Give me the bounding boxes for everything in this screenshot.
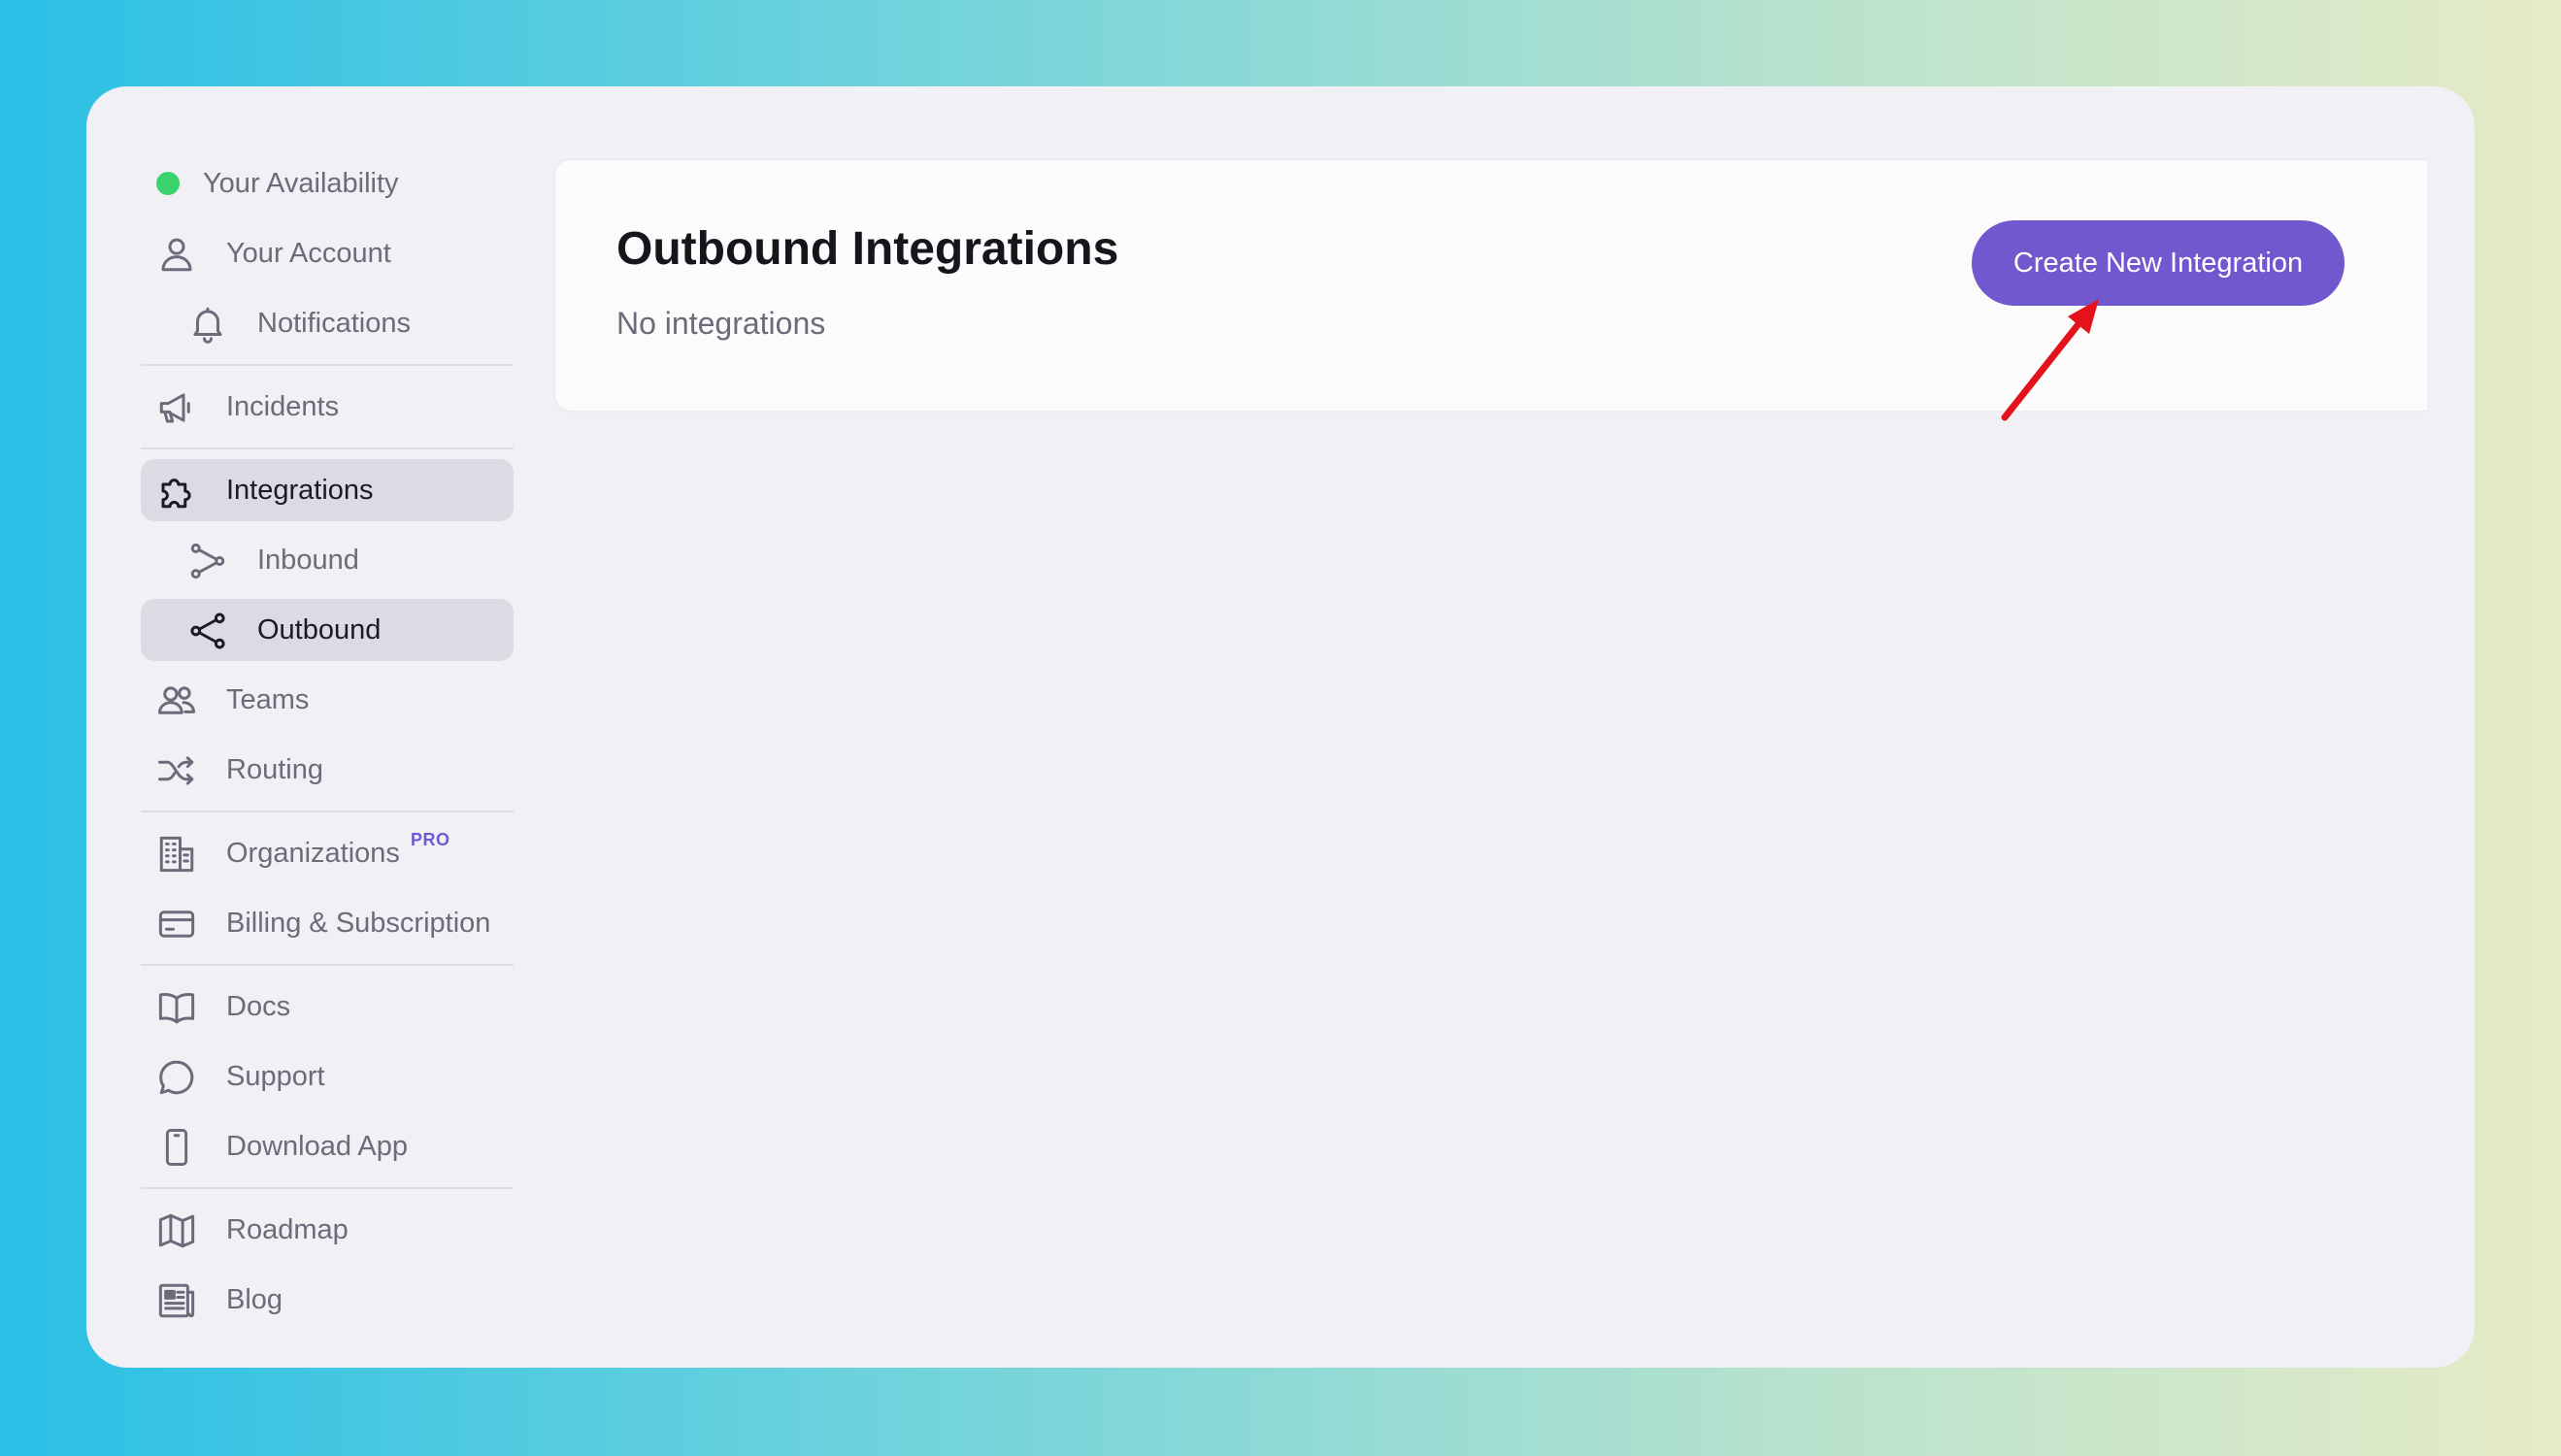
- sidebar-item-label: Roadmap: [226, 1214, 349, 1245]
- sidebar-item-label: Blog: [226, 1284, 283, 1315]
- annotation-arrow-icon: [2001, 299, 2099, 421]
- book-icon: [156, 987, 197, 1028]
- puzzle-icon: [156, 471, 197, 512]
- sidebar-item-download-app[interactable]: Download App: [141, 1115, 514, 1177]
- sidebar-item-organizations[interactable]: Organizations PRO: [141, 822, 514, 884]
- sidebar-item-label: Your Availability: [203, 168, 399, 199]
- sidebar-item-your-account[interactable]: Your Account: [141, 222, 514, 284]
- sidebar-item-teams[interactable]: Teams: [141, 669, 514, 731]
- sidebar-item-label: Integrations: [226, 475, 374, 506]
- sidebar-item-label: Your Account: [226, 238, 391, 269]
- phone-icon: [156, 1127, 197, 1168]
- sidebar-item-label: Support: [226, 1061, 325, 1092]
- building-icon: [156, 834, 197, 875]
- page-title: Outbound Integrations: [616, 223, 1119, 275]
- sidebar-divider: [141, 964, 514, 966]
- sidebar-item-integrations[interactable]: Integrations: [141, 459, 514, 521]
- map-icon: [156, 1210, 197, 1251]
- sidebar-item-incidents[interactable]: Incidents: [141, 376, 514, 438]
- sidebar-item-billing[interactable]: Billing & Subscription: [141, 892, 514, 954]
- sidebar-item-label: Docs: [226, 991, 291, 1022]
- sidebar-divider: [141, 1187, 514, 1189]
- sidebar-item-label: Incidents: [226, 391, 340, 422]
- pro-badge: PRO: [411, 830, 450, 849]
- bell-icon: [187, 304, 228, 345]
- sidebar-item-docs[interactable]: Docs: [141, 976, 514, 1038]
- sidebar-item-notifications[interactable]: Notifications: [141, 292, 514, 354]
- sidebar-item-label: Download App: [226, 1131, 409, 1162]
- chat-icon: [156, 1057, 197, 1098]
- users-icon: [156, 680, 197, 721]
- sidebar-divider: [141, 364, 514, 366]
- share-icon: [187, 611, 228, 651]
- sidebar-item-label: Organizations: [226, 838, 400, 869]
- sidebar-item-support[interactable]: Support: [141, 1045, 514, 1108]
- sidebar-item-label: Billing & Subscription: [226, 908, 491, 939]
- user-icon: [156, 234, 197, 275]
- sidebar-item-label: Routing: [226, 754, 323, 785]
- sidebar-item-label: Notifications: [257, 308, 411, 339]
- sidebar-item-label: Inbound: [257, 545, 359, 576]
- sidebar-item-blog[interactable]: Blog: [141, 1269, 514, 1331]
- sidebar-item-routing[interactable]: Routing: [141, 739, 514, 801]
- sidebar-item-outbound[interactable]: Outbound: [141, 599, 514, 661]
- sidebar: Your Availability Your Account Notificat…: [141, 145, 514, 1339]
- availability-status-dot: [156, 172, 180, 195]
- sidebar-item-roadmap[interactable]: Roadmap: [141, 1199, 514, 1261]
- sidebar-divider: [141, 447, 514, 449]
- sidebar-item-inbound[interactable]: Inbound: [141, 529, 514, 591]
- sidebar-divider: [141, 811, 514, 812]
- app-window: Your Availability Your Account Notificat…: [86, 86, 2475, 1368]
- megaphone-icon: [156, 387, 197, 428]
- sidebar-item-label: Outbound: [257, 614, 382, 645]
- credit-card-icon: [156, 904, 197, 944]
- inbound-icon: [187, 541, 228, 581]
- shuffle-icon: [156, 750, 197, 791]
- empty-state-text: No integrations: [616, 306, 826, 341]
- sidebar-item-availability[interactable]: Your Availability: [141, 152, 514, 215]
- newspaper-icon: [156, 1280, 197, 1321]
- outbound-integrations-card: Outbound Integrations No integrations Cr…: [553, 158, 2427, 413]
- sidebar-item-label: Teams: [226, 684, 310, 715]
